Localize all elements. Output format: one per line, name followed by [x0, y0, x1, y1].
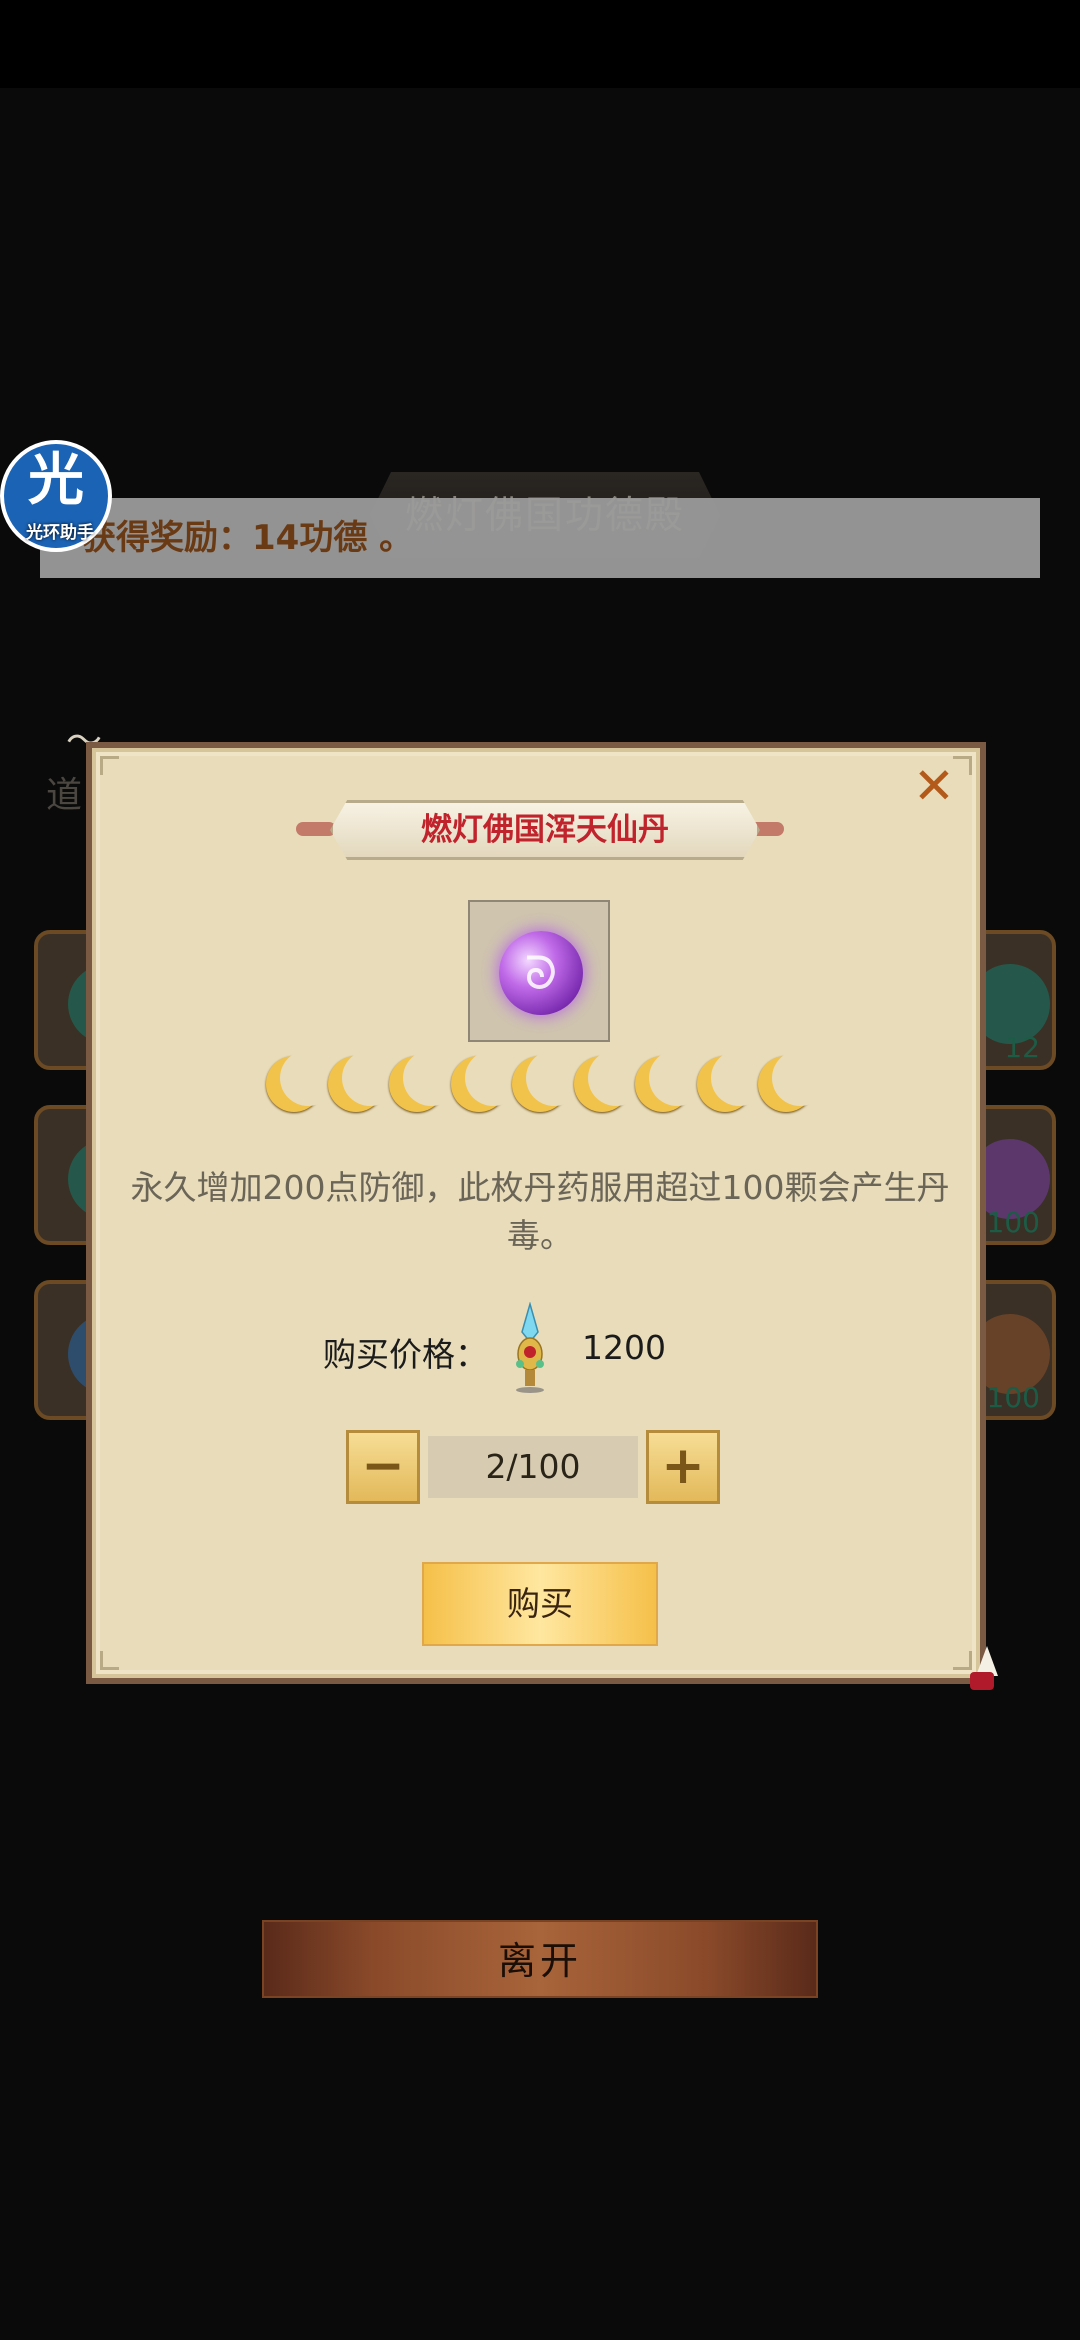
item-description: 永久增加200点防御，此枚丹药服用超过100颗会产生丹毒。	[130, 1168, 950, 1255]
moon-icon	[635, 1050, 705, 1112]
title-knob-left	[296, 822, 336, 836]
moon-icon	[327, 1050, 398, 1112]
swirl-glyph: ᘐ	[524, 946, 558, 1000]
purple-orb-pill-icon: ᘐ	[499, 931, 583, 1015]
decrement-button[interactable]: −	[346, 1430, 420, 1504]
quantity-field[interactable]: 2/100	[428, 1436, 638, 1498]
moon-icon	[266, 1050, 336, 1112]
dialog-title: 燃灯佛国浑天仙丹	[330, 800, 760, 860]
price-label: 购买价格：	[323, 1335, 488, 1374]
moon-icon	[573, 1050, 644, 1112]
price-value: 1200	[582, 1328, 666, 1367]
moon-icon	[389, 1050, 459, 1112]
item-count: 100	[986, 1206, 1040, 1239]
side-label: 道	[46, 775, 83, 816]
buy-button[interactable]: 购买	[422, 1562, 658, 1646]
assistant-badge-glyph: 光	[28, 448, 84, 513]
close-button[interactable]: ✕	[910, 761, 958, 811]
status-bar	[0, 0, 1080, 88]
reward-message: 获得奖励：14功德 。	[82, 518, 414, 558]
leave-button[interactable]: 离开	[262, 1920, 818, 1998]
item-count: 12	[1004, 1031, 1040, 1064]
item-icon-frame: ᘐ	[468, 900, 610, 1042]
fairy-ornament-icon	[958, 1636, 1018, 1706]
quality-moons	[266, 1050, 828, 1116]
moon-icon	[696, 1050, 767, 1112]
item-count: 100	[986, 1381, 1040, 1414]
moon-icon	[758, 1050, 828, 1112]
moon-icon	[512, 1050, 582, 1112]
moon-icon	[450, 1050, 521, 1112]
jade-crystal-icon	[516, 1302, 544, 1393]
corner-ornament	[100, 756, 119, 775]
assistant-badge[interactable]: 光 光环助手	[0, 440, 112, 552]
assistant-badge-label: 光环助手	[26, 523, 94, 543]
corner-ornament	[100, 1651, 119, 1670]
increment-button[interactable]: +	[646, 1430, 720, 1504]
